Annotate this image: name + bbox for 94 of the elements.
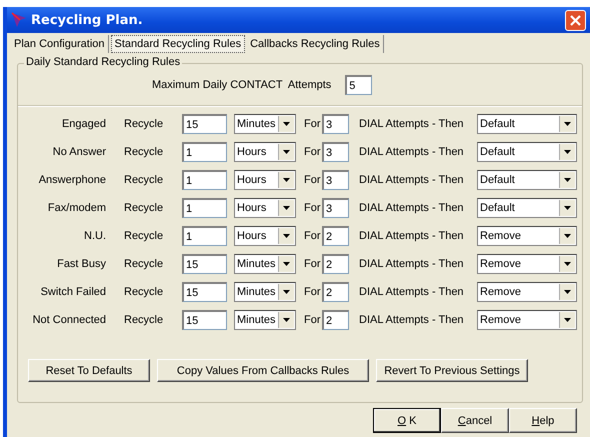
input-field[interactable]: 3 [322,142,349,162]
field-label: For [303,174,322,186]
input-field[interactable]: 15 [182,310,227,330]
field-label: DIAL Attempts - Then [358,174,465,186]
caret-icon [283,234,290,238]
field-label: DIAL Attempts - Then [358,230,465,242]
dropdown[interactable]: Default [477,198,577,218]
field-label: DIAL Attempts - Then [358,118,465,130]
dialog-button[interactable]: Help [509,408,577,433]
caret-icon [564,206,571,210]
field-label: For [303,118,322,130]
dialog-button[interactable]: Cancel [441,408,509,433]
dropdown[interactable]: Minutes [234,310,296,330]
field-label: Recycle [123,314,164,326]
field-label: DIAL Attempts - Then [358,202,465,214]
field-label: For [303,230,322,242]
close-button[interactable] [565,10,586,30]
field-label: Recycle [123,258,164,270]
field-label: DIAL Attempts - Then [358,286,465,298]
field-label: Recycle [123,230,164,242]
input-field[interactable]: 2 [322,226,349,246]
caret-icon [283,318,290,322]
action-button[interactable]: Copy Values From Callbacks Rules [157,359,369,382]
dropdown[interactable]: Remove [477,310,577,330]
caret-icon [283,150,290,154]
dropdown[interactable]: Minutes [234,282,296,302]
field-label: For [303,258,322,270]
input-field[interactable]: 1 [182,198,227,218]
rule-label: No Answer [52,146,106,158]
dropdown[interactable]: Remove [477,282,577,302]
rule-label: Fax/modem [46,202,106,214]
caret-icon [283,122,290,126]
input-field[interactable]: 3 [322,114,349,134]
window-title: Recycling Plan. [31,12,144,28]
caret-icon [564,262,571,266]
field-label: DIAL Attempts - Then [358,258,465,270]
field-label: For [303,286,322,298]
tab[interactable]: Standard Recycling Rules [110,35,246,53]
caret-icon [564,290,571,294]
field-label: Recycle [123,146,164,158]
caret-icon [564,122,571,126]
rule-label: Switch Failed [40,286,106,298]
field-label: For [303,314,322,326]
caret-icon [283,178,290,182]
caret-icon [283,262,290,266]
field-label: Recycle [123,174,164,186]
field-label: For [303,146,322,158]
dropdown[interactable]: Hours [234,170,296,190]
dropdown[interactable]: Hours [234,226,296,246]
caret-icon [564,150,571,154]
close-icon [569,14,582,26]
field-label: Maximum Daily CONTACT Attempts [152,79,332,91]
input-field[interactable]: 1 [182,142,227,162]
field-label: For [303,202,322,214]
rule-label: Not Connected [32,314,106,326]
dropdown[interactable]: Default [477,142,577,162]
input-field[interactable]: 15 [182,114,227,134]
field-label: DIAL Attempts - Then [358,314,465,326]
caret-icon [564,318,571,322]
input-field[interactable]: 1 [182,170,227,190]
rule-label: N.U. [83,230,106,242]
input-field[interactable]: 1 [182,226,227,246]
caret-icon [564,234,571,238]
field-label: Recycle [123,286,164,298]
input-field[interactable]: 3 [322,170,349,190]
input-field[interactable]: 2 [322,254,349,274]
rule-label: Answerphone [38,174,106,186]
input-field[interactable]: 5 [345,75,372,95]
dropdown[interactable]: Remove [477,254,577,274]
input-field[interactable]: 15 [182,282,227,302]
dialog-button[interactable]: O K [373,408,441,433]
dropdown[interactable]: Minutes [234,114,296,134]
action-button[interactable]: Reset To Defaults [28,359,150,382]
rule-label: Fast Busy [56,258,106,270]
input-field[interactable]: 15 [182,254,227,274]
dropdown[interactable]: Remove [477,226,577,246]
caret-icon [283,290,290,294]
dropdown[interactable]: Default [477,114,577,134]
caret-icon [564,178,571,182]
input-field[interactable]: 2 [322,282,349,302]
dropdown[interactable]: Hours [234,142,296,162]
field-label: DIAL Attempts - Then [358,146,465,158]
dropdown[interactable]: Hours [234,198,296,218]
caret-icon [283,206,290,210]
group-title: Daily Standard Recycling Rules [24,56,182,68]
dropdown[interactable]: Default [477,170,577,190]
field-label: Recycle [123,118,164,130]
input-field[interactable]: 2 [322,310,349,330]
dropdown[interactable]: Minutes [234,254,296,274]
arrow-cursor-icon [11,12,27,28]
input-field[interactable]: 3 [322,198,349,218]
rule-label: Engaged [60,118,106,130]
field-label: Recycle [123,202,164,214]
action-button[interactable]: Revert To Previous Settings [376,359,528,382]
